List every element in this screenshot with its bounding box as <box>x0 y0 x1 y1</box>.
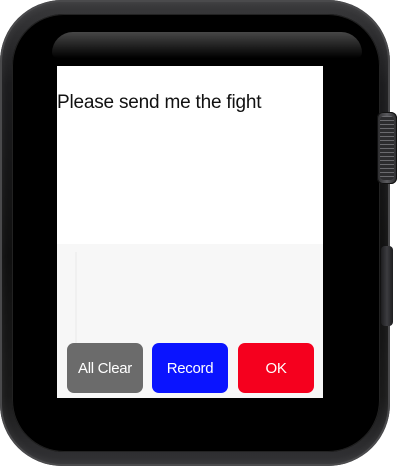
watch-screen: Please send me the fight All Clear Recor… <box>57 66 323 398</box>
all-clear-button[interactable]: All Clear <box>67 343 143 393</box>
digital-crown[interactable] <box>377 112 397 184</box>
stage: Please send me the fight All Clear Recor… <box>0 0 403 466</box>
crown-ridges <box>380 116 394 180</box>
bezel-glare <box>52 32 362 58</box>
record-button[interactable]: Record <box>152 343 228 393</box>
ok-button[interactable]: OK <box>238 343 314 393</box>
side-button[interactable] <box>381 246 393 326</box>
message-text: Please send me the fight <box>57 92 262 113</box>
